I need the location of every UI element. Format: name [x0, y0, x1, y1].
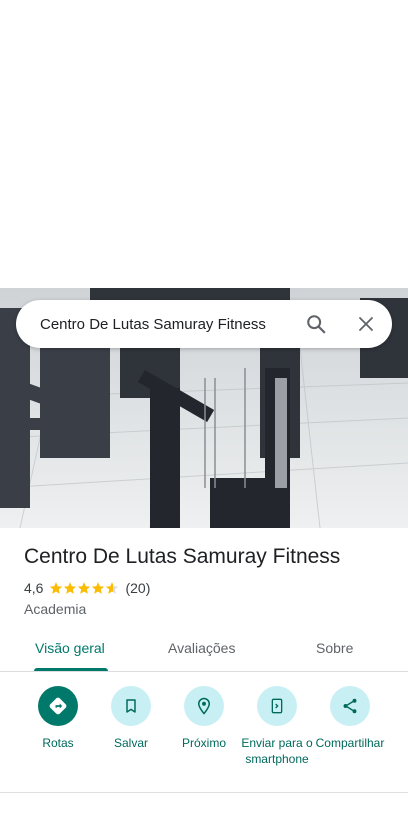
rating-value: 4,6: [24, 580, 44, 596]
star-icon: [92, 582, 105, 594]
rating-stars: [49, 581, 119, 595]
search-icon: [307, 315, 326, 334]
tab-bar: Visão geral Avaliações Sobre: [0, 630, 408, 672]
nearby-icon: [197, 697, 211, 715]
search-input[interactable]: Centro De Lutas Samuray Fitness: [40, 316, 298, 333]
rating-row[interactable]: 4,6 (20): [24, 580, 150, 596]
tab-about[interactable]: Sobre: [316, 640, 353, 656]
star-icon: [50, 582, 63, 594]
share-label: Compartilhar: [315, 736, 385, 750]
send-to-phone-label: Enviar para o smartphone: [241, 736, 313, 766]
save-label: Salvar: [113, 736, 148, 750]
nearby-label: Próximo: [181, 736, 226, 750]
save-button[interactable]: Salvar: [91, 686, 171, 751]
star-icon: [64, 582, 77, 594]
tab-reviews[interactable]: Avaliações: [168, 640, 235, 656]
search-bar[interactable]: Centro De Lutas Samuray Fitness: [16, 300, 392, 348]
save-circle: [111, 686, 151, 726]
send-to-phone-button[interactable]: Enviar para o smartphone: [237, 686, 317, 767]
directions-icon: [49, 697, 67, 715]
search-button[interactable]: [298, 306, 334, 342]
send-to-phone-circle: [257, 686, 297, 726]
half-star-icon: [106, 582, 119, 594]
tab-overview[interactable]: Visão geral: [35, 640, 105, 656]
close-button[interactable]: [348, 306, 384, 342]
directions-label: Rotas: [42, 736, 74, 750]
directions-button[interactable]: Rotas: [18, 686, 98, 751]
share-icon: [343, 698, 357, 714]
section-divider: [0, 792, 408, 793]
share-circle: [330, 686, 370, 726]
star-icon: [78, 582, 91, 594]
active-tab-indicator: [34, 668, 108, 671]
place-title: Centro De Lutas Samuray Fitness: [24, 545, 341, 568]
place-page: Centro De Lutas Samuray Fitness Centro D…: [0, 0, 408, 816]
nearby-circle: [184, 686, 224, 726]
review-count: (20): [125, 580, 151, 596]
nearby-button[interactable]: Próximo: [164, 686, 244, 751]
close-icon: [359, 317, 373, 331]
bookmark-icon: [126, 699, 136, 713]
directions-circle: [38, 686, 78, 726]
place-category: Academia: [24, 601, 87, 617]
share-button[interactable]: Compartilhar: [310, 686, 390, 751]
send-to-phone-icon: [271, 698, 283, 714]
